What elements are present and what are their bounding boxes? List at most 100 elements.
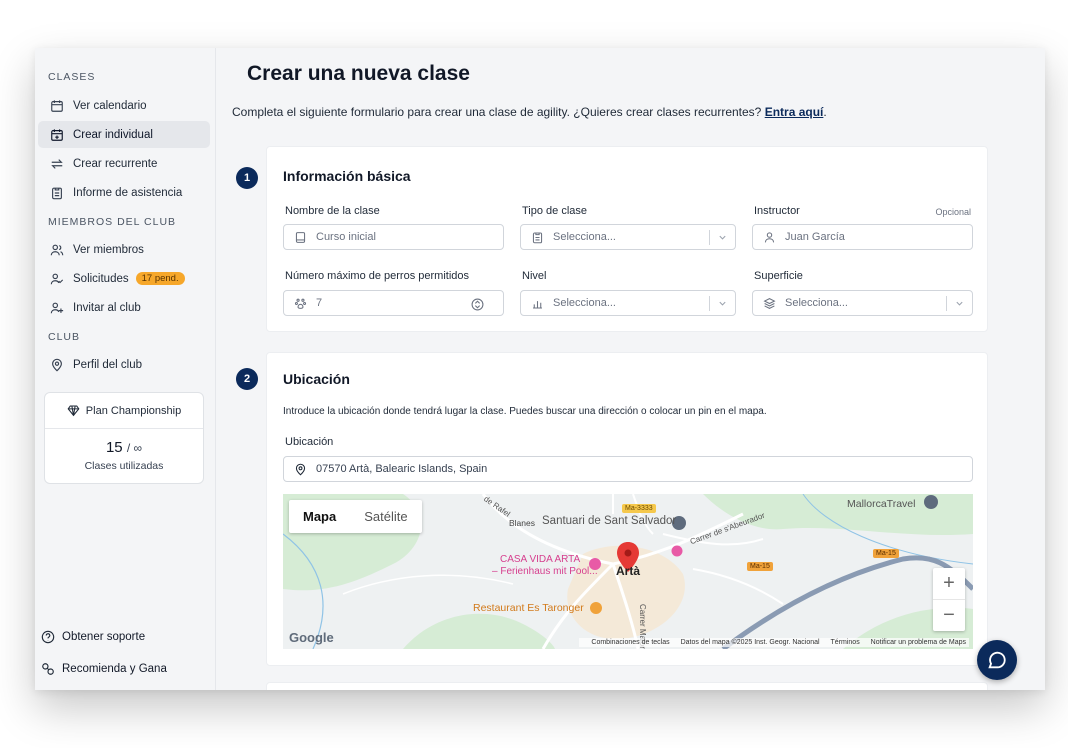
plan-limit: / ∞ xyxy=(126,441,143,455)
section-club: CLUB xyxy=(48,331,81,343)
section-clases: CLASES xyxy=(48,71,96,83)
section-title-location: Ubicación xyxy=(283,371,350,387)
user-plus-icon xyxy=(50,301,64,315)
class-name-placeholder: Curso inicial xyxy=(316,231,376,243)
sidebar-item-label: Crear recurrente xyxy=(73,157,158,170)
location-description: Introduce la ubicación donde tendrá luga… xyxy=(283,406,767,417)
page-title: Crear una nueva clase xyxy=(247,62,470,85)
map[interactable]: Mapa Satélite Ma-3333 Ma-15 Ma-15 de Raf… xyxy=(283,494,973,649)
link-icon xyxy=(42,663,54,675)
page-intro: Completa el siguiente formulario para cr… xyxy=(232,105,827,119)
level-select[interactable]: Selecciona... xyxy=(520,290,736,316)
layers-icon xyxy=(763,297,776,309)
map-place-label[interactable]: MallorcaTravel xyxy=(847,498,915,510)
pending-badge: 17 pend. xyxy=(135,272,185,285)
map-place-label[interactable]: Santuari de Sant Salvador xyxy=(542,515,676,527)
surface-label: Superficie xyxy=(754,270,803,282)
location-label: Ubicación xyxy=(285,436,334,448)
recurrent-link[interactable]: Entra aquí xyxy=(765,105,824,119)
chat-button[interactable] xyxy=(977,640,1017,680)
user-check-icon xyxy=(50,272,64,286)
sidebar-item-crear-individual[interactable]: Crear individual xyxy=(38,121,210,148)
chevron-down-icon xyxy=(946,296,972,311)
step-number-1: 1 xyxy=(236,167,258,189)
support-label: Obtener soporte xyxy=(62,631,146,643)
intro-text: Completa el siguiente formulario para cr… xyxy=(232,105,765,119)
class-type-select[interactable]: Selecciona... xyxy=(520,224,736,250)
section-miembros: MIEMBROS DEL CLUB xyxy=(48,216,177,228)
plan-name: Plan Championship xyxy=(85,404,182,417)
map-town-label: Artà xyxy=(616,564,641,578)
zoom-out-button[interactable]: − xyxy=(933,599,965,630)
plan-caption: Clases utilizadas xyxy=(84,460,164,472)
basic-info-card: Información básica Nombre de la clase Cu… xyxy=(266,146,988,332)
calendar-plus-icon xyxy=(50,128,64,142)
max-dogs-label: Número máximo de perros permitidos xyxy=(285,270,470,282)
section-title-basic: Información básica xyxy=(283,168,411,184)
sidebar-item-label: Crear individual xyxy=(73,128,153,141)
sidebar-item-label: Solicitudes xyxy=(73,272,129,285)
map-place-label[interactable]: – Ferienhaus mit Pool... xyxy=(492,566,598,577)
dog-icon xyxy=(294,298,307,309)
bar-chart-icon xyxy=(533,300,542,308)
class-type-label: Tipo de clase xyxy=(522,205,588,217)
sidebar-item-label: Ver miembros xyxy=(73,243,144,256)
max-dogs-value: 7 xyxy=(316,297,323,309)
calendar-icon xyxy=(50,99,64,113)
repeat-icon xyxy=(50,157,64,171)
level-value: Selecciona... xyxy=(553,297,616,309)
map-place-label[interactable]: CASA VIDA ARTA xyxy=(500,554,580,565)
sidebar-item-perfil[interactable]: Perfil del club xyxy=(38,351,210,378)
book-icon xyxy=(295,231,306,243)
instructor-placeholder: Juan García xyxy=(785,231,845,243)
map-place-label: Blanes xyxy=(509,518,535,528)
chevron-down-icon xyxy=(709,296,735,311)
zoom-controls: + − xyxy=(933,568,965,631)
referral-link[interactable]: Recomienda y Gana xyxy=(41,662,167,676)
sidebar-item-ver-calendario[interactable]: Ver calendario xyxy=(38,92,210,119)
plan-used: 15 xyxy=(105,439,123,456)
help-circle-icon xyxy=(41,630,55,644)
map-place-label[interactable]: Restaurant Es Taronger xyxy=(473,602,584,614)
map-type-toggle: Mapa Satélite xyxy=(289,500,422,533)
tab-satellite[interactable]: Satélite xyxy=(350,500,421,533)
tab-map[interactable]: Mapa xyxy=(289,500,350,533)
next-section-card xyxy=(266,682,988,690)
sidebar-item-ver-miembros[interactable]: Ver miembros xyxy=(38,236,210,263)
users-icon xyxy=(50,243,64,257)
stepper-icon[interactable] xyxy=(471,298,484,311)
surface-select[interactable]: Selecciona... xyxy=(752,290,973,316)
keyboard-shortcuts-link[interactable]: Combinaciones de teclas xyxy=(591,639,669,646)
map-data-credit: Datos del mapa ©2025 Inst. Geogr. Nacion… xyxy=(680,639,820,646)
zoom-in-button[interactable]: + xyxy=(933,568,965,599)
sidebar: CLASES Ver calendario Crear individual C… xyxy=(35,48,216,690)
sidebar-item-label: Ver calendario xyxy=(73,99,147,112)
clipboard-icon xyxy=(50,186,64,200)
plan-card: Plan Championship 15 / ∞ Clases utilizad… xyxy=(44,392,204,484)
location-card: Ubicación Introduce la ubicación donde t… xyxy=(266,352,988,666)
report-problem-link[interactable]: Notificar un problema de Maps xyxy=(871,639,966,646)
max-dogs-input[interactable]: 7 xyxy=(283,290,504,316)
support-link[interactable]: Obtener soporte xyxy=(41,630,145,644)
sidebar-item-label: Informe de asistencia xyxy=(73,186,183,199)
class-name-input[interactable]: Curso inicial xyxy=(283,224,504,250)
sidebar-item-informe-asistencia[interactable]: Informe de asistencia xyxy=(38,179,210,206)
level-label: Nivel xyxy=(522,270,547,282)
user-icon xyxy=(764,231,775,242)
chat-icon xyxy=(988,651,1006,669)
sidebar-item-solicitudes[interactable]: Solicitudes 17 pend. xyxy=(38,265,210,292)
instructor-input[interactable]: Juan García xyxy=(752,224,973,250)
app-window: CLASES Ver calendario Crear individual C… xyxy=(35,48,1045,690)
map-attribution: Combinaciones de teclas Datos del mapa ©… xyxy=(579,638,969,647)
sidebar-item-label: Invitar al club xyxy=(73,301,141,314)
referral-label: Recomienda y Gana xyxy=(62,663,167,675)
sidebar-item-crear-recurrente[interactable]: Crear recurrente xyxy=(38,150,210,177)
step-number-2: 2 xyxy=(236,368,258,390)
diamond-icon xyxy=(67,405,80,417)
location-input[interactable]: 07570 Artà, Balearic Islands, Spain xyxy=(283,456,973,482)
clipboard-icon xyxy=(532,232,543,243)
sidebar-item-invitar[interactable]: Invitar al club xyxy=(38,294,210,321)
chevron-down-icon xyxy=(709,230,735,245)
surface-value: Selecciona... xyxy=(785,297,848,309)
terms-link[interactable]: Términos xyxy=(831,639,860,646)
